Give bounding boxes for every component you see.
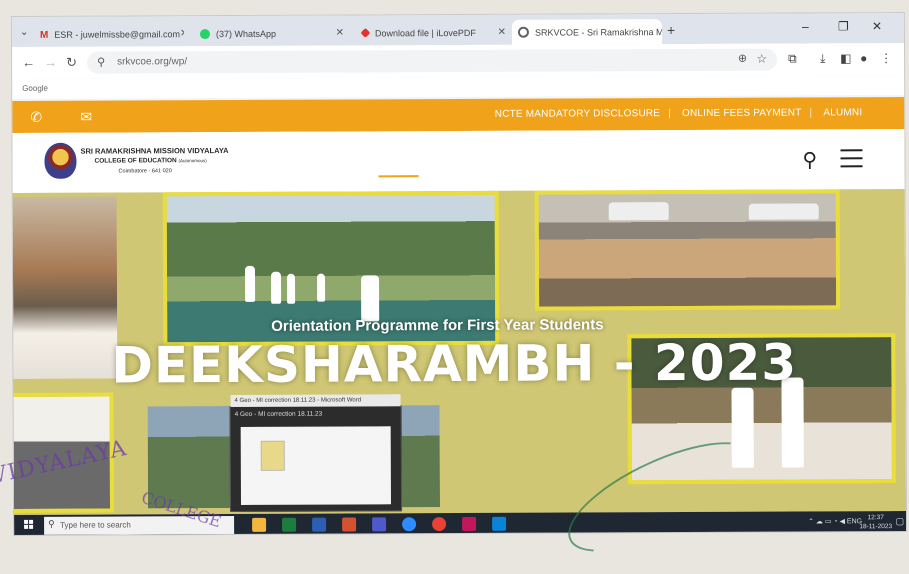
- link-ncte-disclosure[interactable]: NCTE MANDATORY DISCLOSURE: [495, 108, 660, 120]
- link-alumni[interactable]: ALUMNI: [823, 107, 862, 118]
- clock-time: 12:37: [867, 514, 884, 522]
- windows-start-icon[interactable]: [24, 519, 34, 530]
- hero-title: DEEKSHARAMBH - 2023: [111, 333, 798, 395]
- bookmarks-bar: Google: [12, 75, 905, 99]
- person-figure: [316, 273, 326, 302]
- zoom-app-icon[interactable]: [402, 517, 417, 532]
- whatsapp-icon: [199, 28, 210, 39]
- person-figure: [270, 271, 282, 304]
- site-header: SRI RAMAKRISHNA MISSION VIDYALAYA COLLEG…: [12, 129, 905, 193]
- tab-search-chevron-icon[interactable]: ⌄: [20, 27, 28, 38]
- top-links: NCTE MANDATORY DISCLOSURE | ONLINE FEES P…: [487, 107, 871, 120]
- bookmark-star-icon[interactable]: ☆: [756, 52, 767, 66]
- word-icon[interactable]: [312, 517, 327, 532]
- tab-srkvcoe[interactable]: SRKVCOE - Sri Ramakrishna Mission... ✕: [511, 19, 662, 45]
- notification-icon[interactable]: ▢: [896, 516, 905, 527]
- gmail-icon: M: [39, 29, 49, 41]
- new-tab-plus-icon[interactable]: +: [667, 22, 675, 38]
- taskbar-window-preview[interactable]: 4 Geo - MI correction 18.11.23 - Microso…: [229, 394, 403, 513]
- search-placeholder: Type here to search: [60, 520, 131, 530]
- windows-taskbar: ⚲ Type here to search ⌃ ☁ ▭ ◔ ◀ ENG 12:3…: [14, 511, 907, 536]
- close-tab-icon[interactable]: ✕: [498, 27, 506, 38]
- tab-strip: ⌄ M ESR - juwelmissbe@gmail.com ✕ (37) W…: [11, 13, 904, 47]
- tab-ilovepdf[interactable]: Download file | iLovePDF ✕: [356, 20, 512, 46]
- sidepanel-icon[interactable]: ◧: [840, 51, 851, 65]
- nav-underline: [378, 175, 419, 178]
- person-figure: [286, 273, 296, 304]
- search-icon: ⚲: [48, 518, 55, 529]
- chrome-icon[interactable]: [432, 517, 447, 532]
- site-top-bar: ✆ ✉ NCTE MANDATORY DISCLOSURE | ONLINE FE…: [12, 97, 905, 133]
- close-window-icon[interactable]: ✕: [872, 19, 882, 33]
- clock-date: 18-11-2023: [859, 523, 893, 531]
- tab-label: (37) WhatsApp: [215, 28, 277, 39]
- globe-icon: [517, 26, 529, 38]
- reload-icon[interactable]: ↻: [66, 55, 77, 71]
- college-name-line1: SRI RAMAKRISHNA MISSION VIDYALAYA: [80, 146, 229, 156]
- preview-tooltip: 4 Geo - MI correction 18.11.23 - Microso…: [230, 394, 401, 407]
- hero-banner: Orientation Programme for First Year Stu…: [12, 189, 907, 515]
- divider: |: [668, 108, 671, 120]
- extensions-icon[interactable]: ⧉: [788, 52, 797, 67]
- mail-icon[interactable]: ✉: [80, 109, 92, 126]
- teams-icon[interactable]: [372, 517, 387, 532]
- bookmark-google[interactable]: Google: [22, 84, 48, 93]
- search-icon[interactable]: ⚲: [802, 147, 817, 172]
- maximize-icon[interactable]: ❐: [838, 19, 849, 33]
- link-online-fees[interactable]: ONLINE FEES PAYMENT: [682, 108, 802, 120]
- minimize-icon[interactable]: –: [802, 19, 809, 33]
- file-explorer-icon[interactable]: [252, 517, 267, 532]
- phone-icon[interactable]: ✆: [30, 109, 42, 126]
- system-tray[interactable]: ⌃ ☁ ▭ ◔ ◀ ENG: [808, 517, 862, 525]
- taskbar-clock[interactable]: 12:37 18-11-2023: [859, 513, 892, 531]
- document-thumbnail: [260, 440, 285, 471]
- preview-document: [240, 426, 392, 505]
- address-bar-row: ← → ↻ ⚲ srkvcoe.org/wp/ ⊕ ☆ ⧉ ⤓ ◧ ● ⋮: [12, 43, 905, 80]
- profile-icon[interactable]: ●: [860, 51, 867, 65]
- close-tab-icon[interactable]: ✕: [180, 28, 184, 39]
- preview-title: 4 Geo - MI correction 18.11.23: [234, 410, 323, 418]
- college-address: Coimbatore - 641 020: [118, 168, 172, 175]
- download-icon[interactable]: ⤓: [820, 51, 825, 66]
- screenshot-screen: ⌄ M ESR - juwelmissbe@gmail.com ✕ (37) W…: [10, 12, 908, 536]
- back-arrow-icon[interactable]: ←: [22, 55, 35, 70]
- college-name[interactable]: SRI RAMAKRISHNA MISSION VIDYALAYA COLLEG…: [80, 146, 228, 177]
- person-figure: [244, 265, 256, 302]
- tab-gmail[interactable]: M ESR - juwelmissbe@gmail.com ✕: [34, 21, 184, 47]
- college-logo[interactable]: [44, 142, 77, 179]
- site-info-icon[interactable]: ⚲: [97, 56, 105, 69]
- app-icon[interactable]: [492, 516, 507, 531]
- college-name-text: COLLEGE OF EDUCATION: [94, 157, 177, 165]
- excel-icon[interactable]: [282, 517, 297, 532]
- app-icon[interactable]: [462, 516, 477, 531]
- person-figure: [361, 275, 380, 322]
- close-tab-icon[interactable]: ✕: [336, 27, 344, 38]
- hero-subtitle: Orientation Programme for First Year Stu…: [271, 316, 604, 335]
- tab-label: SRKVCOE - Sri Ramakrishna Mission...: [534, 26, 662, 38]
- url-text: srkvcoe.org/wp/: [117, 56, 188, 68]
- seated-students: [608, 202, 669, 221]
- college-name-line2: COLLEGE OF EDUCATION (Autonomous): [80, 156, 228, 167]
- tab-label: Download file | iLovePDF: [374, 27, 476, 38]
- photo-classroom: [534, 189, 841, 311]
- powerpoint-icon[interactable]: [342, 517, 357, 532]
- omnibox[interactable]: ⚲ srkvcoe.org/wp/ ⊕ ☆: [87, 48, 778, 74]
- seated-students: [748, 203, 819, 220]
- divider: |: [809, 107, 813, 119]
- ilovepdf-icon: [360, 27, 371, 38]
- tab-label: ESR - juwelmissbe@gmail.com: [54, 28, 180, 40]
- zoom-icon[interactable]: ⊕: [738, 52, 747, 65]
- tab-whatsapp[interactable]: (37) WhatsApp ✕: [194, 20, 350, 46]
- autonomous-label: (Autonomous): [178, 158, 207, 164]
- photo-student-portrait: [12, 192, 122, 383]
- forward-arrow-icon[interactable]: →: [44, 55, 57, 70]
- hamburger-menu-icon[interactable]: [840, 149, 863, 173]
- kebab-menu-icon[interactable]: ⋮: [880, 51, 892, 65]
